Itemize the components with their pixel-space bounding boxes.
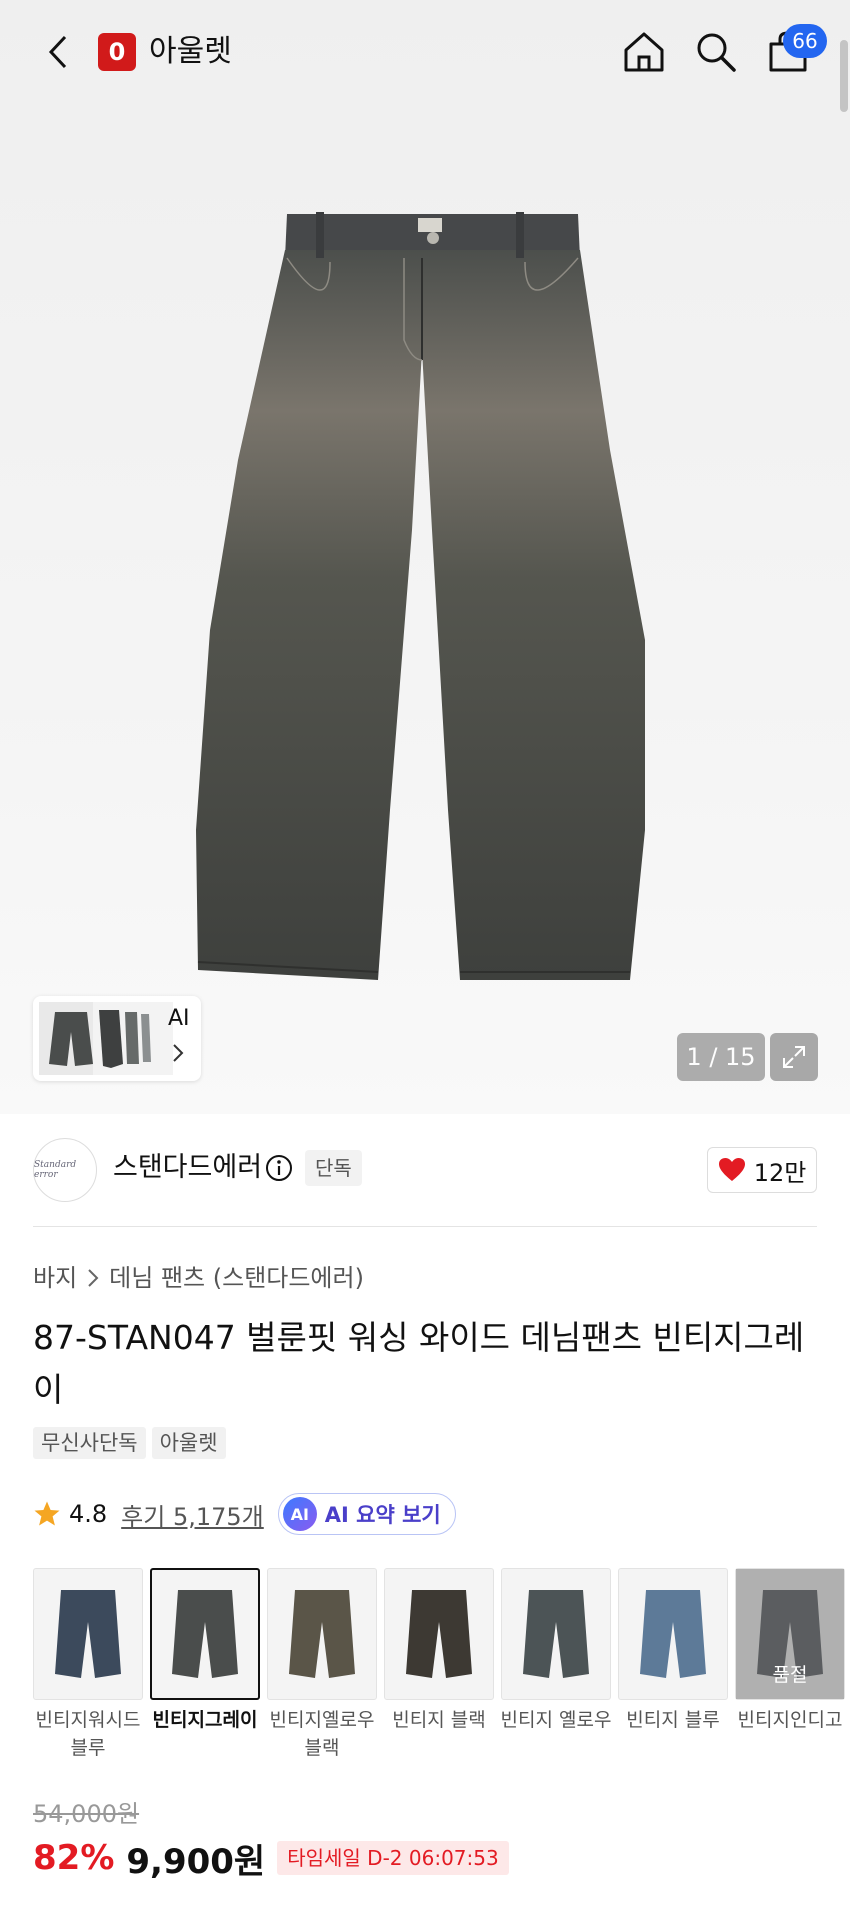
jeans-thumbnail	[55, 1590, 121, 1678]
image-counter: 1 / 15	[677, 1033, 765, 1081]
scrollbar[interactable]	[840, 40, 848, 112]
thumbnail-strip[interactable]: AI	[33, 996, 201, 1081]
chevron-right-icon	[173, 1044, 184, 1062]
option-image	[33, 1568, 143, 1700]
jeans-thumbnail	[640, 1590, 706, 1678]
jeans-thumbnail	[289, 1590, 355, 1678]
search-button[interactable]	[692, 28, 740, 76]
rating-value: 4.8	[69, 1500, 108, 1528]
soldout-overlay: 품절	[736, 1569, 844, 1699]
option-item-soldout[interactable]: 품절 빈티지인디고	[735, 1568, 845, 1734]
top-bar: 0 아울렛 66	[0, 0, 850, 106]
jeans-thumbnail	[172, 1590, 238, 1678]
store-name[interactable]: 스탠다드에러	[113, 1150, 262, 1186]
cart-count-badge: 66	[783, 24, 827, 58]
option-image: 품절	[735, 1568, 845, 1700]
jeans-thumbnail	[406, 1590, 472, 1678]
discount-rate: 82%	[33, 1838, 115, 1878]
heart-icon	[718, 1158, 745, 1181]
option-image	[384, 1568, 494, 1700]
option-label: 빈티지옐로우 블랙	[269, 1709, 375, 1759]
back-icon	[48, 35, 67, 69]
ai-icon: AI	[282, 1497, 317, 1531]
star-icon	[34, 1501, 60, 1526]
option-image	[501, 1568, 611, 1700]
breadcrumb: 바지 데님 팬츠 (스탠다드에러)	[33, 1262, 364, 1294]
home-button[interactable]	[620, 28, 668, 76]
option-label: 빈티지 블랙	[392, 1709, 486, 1731]
product-image-jeans	[196, 212, 645, 980]
option-label: 빈티지 블루	[626, 1709, 720, 1731]
chevron-right-icon	[88, 1269, 99, 1287]
option-item[interactable]: 빈티지 블루	[618, 1568, 728, 1734]
expand-button[interactable]	[770, 1033, 818, 1081]
store-avatar[interactable]: Standard error	[33, 1138, 97, 1202]
breadcrumb-subcategory[interactable]: 데님 팬츠 (스탠다드에러)	[109, 1262, 364, 1294]
option-item[interactable]: 빈티지옐로우 블랙	[267, 1568, 377, 1762]
color-options: 빈티지워시드 블루 빈티지그레이 빈티지옐로우 블랙 빈티지 블랙 빈티지 옐로…	[33, 1568, 850, 1768]
option-item[interactable]: 빈티지워시드 블루	[33, 1568, 143, 1762]
option-label: 빈티지워시드 블루	[35, 1709, 141, 1759]
price-row: 82% 9,900원 타임세일 D-2 06:07:53	[33, 1836, 509, 1882]
option-image	[267, 1568, 377, 1700]
reviews-link[interactable]: 후기 5,175개	[121, 1497, 264, 1532]
store-avatar-text: Standard error	[34, 1160, 77, 1180]
jeans-thumbnail	[523, 1590, 589, 1678]
tag-outlet: 아울렛	[151, 1427, 226, 1459]
option-item[interactable]: 빈티지 블랙	[384, 1568, 494, 1734]
like-button[interactable]: 12만	[707, 1147, 817, 1193]
outlet-logo: 0	[98, 33, 136, 71]
option-image	[150, 1568, 260, 1700]
tag-exclusive: 무신사단독	[33, 1427, 146, 1459]
option-item[interactable]: 빈티지 옐로우	[501, 1568, 611, 1734]
option-label: 빈티지인디고	[737, 1709, 843, 1731]
page-title: 아울렛	[149, 34, 232, 69]
divider	[33, 1226, 817, 1227]
option-label: 빈티지 옐로우	[500, 1709, 612, 1731]
product-tags: 무신사단독 아울렛	[33, 1427, 226, 1459]
search-icon	[697, 33, 736, 72]
timesale-badge: 타임세일 D-2 06:07:53	[277, 1841, 509, 1875]
thumbnail-image	[93, 1002, 173, 1075]
like-count: 12만	[753, 1158, 807, 1187]
option-label: 빈티지그레이	[152, 1709, 258, 1731]
home-icon	[624, 32, 664, 72]
info-icon[interactable]	[265, 1154, 293, 1182]
thumbnail-ai-label: AI	[168, 1006, 190, 1031]
original-price: 54,000원	[33, 1800, 140, 1828]
expand-icon	[783, 1046, 805, 1068]
exclusive-badge: 단독	[305, 1150, 362, 1186]
product-title: 87-STAN047 벌룬핏 워싱 와이드 데님팬츠 빈티지그레이	[33, 1318, 805, 1409]
product-image-gallery[interactable]: AI 1 / 15	[0, 0, 850, 1114]
sale-price: 9,900원	[126, 1841, 266, 1882]
breadcrumb-category[interactable]: 바지	[33, 1262, 77, 1294]
option-item-selected[interactable]: 빈티지그레이	[150, 1568, 260, 1734]
option-image	[618, 1568, 728, 1700]
rating-row: 4.8 후기 5,175개 AI AI 요약 보기	[33, 1493, 456, 1535]
ai-summary-label: AI 요약 보기	[324, 1503, 441, 1527]
ai-summary-button[interactable]: AI AI 요약 보기	[277, 1493, 456, 1535]
store-row: Standard error 스탠다드에러 단독 12만	[33, 1138, 817, 1202]
back-button[interactable]	[40, 30, 76, 74]
